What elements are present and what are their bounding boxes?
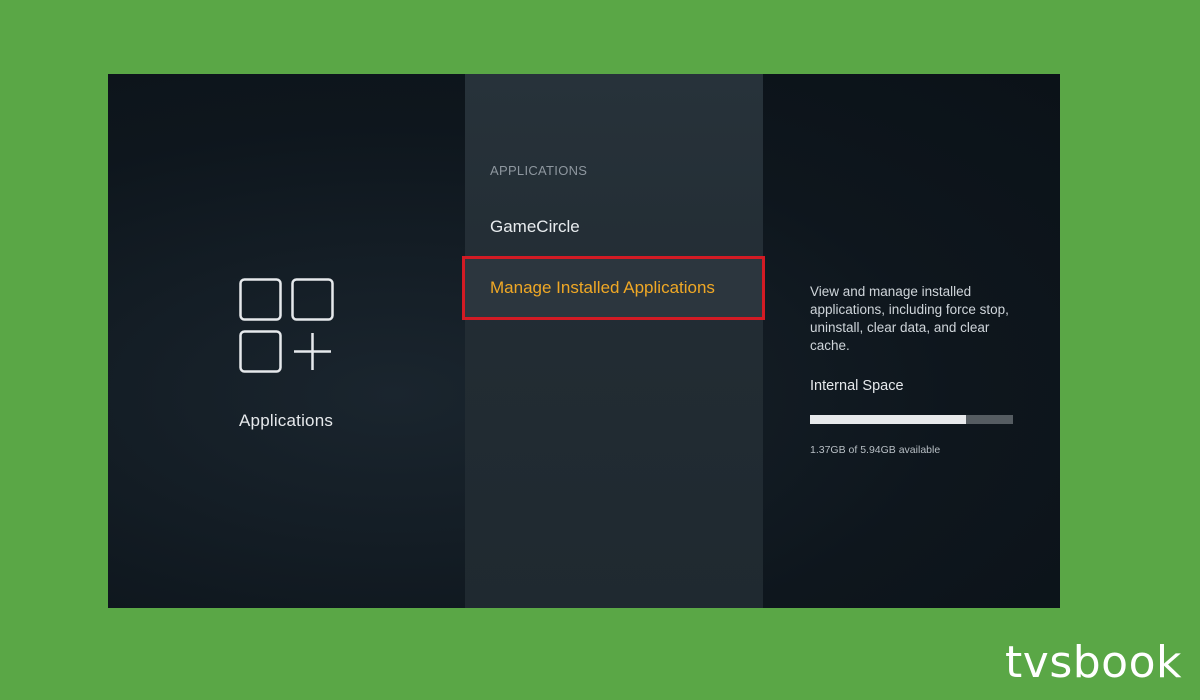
menu-item-manage-installed-applications[interactable]: Manage Installed Applications (462, 256, 765, 320)
storage-progress-fill (810, 415, 967, 424)
fire-tv-settings-screen: Applications APPLICATIONS GameCircle Man… (108, 74, 1060, 608)
watermark-logo: tvsbook (1005, 637, 1182, 688)
category-title: Applications (239, 411, 334, 430)
apps-grid-plus-icon (239, 278, 334, 373)
storage-label: Internal Space (810, 378, 904, 394)
section-heading: APPLICATIONS (490, 163, 588, 178)
storage-caption: 1.37GB of 5.94GB available (810, 444, 941, 456)
category-pane: Applications (108, 74, 465, 608)
menu-item-gamecircle[interactable]: GameCircle (465, 195, 763, 259)
item-description: View and manage installed applications, … (810, 284, 1009, 353)
details-pane: View and manage installed applications, … (763, 74, 1060, 608)
storage-progress-bar (810, 415, 1013, 424)
menu-pane: APPLICATIONS GameCircle Manage Installed… (462, 74, 765, 608)
